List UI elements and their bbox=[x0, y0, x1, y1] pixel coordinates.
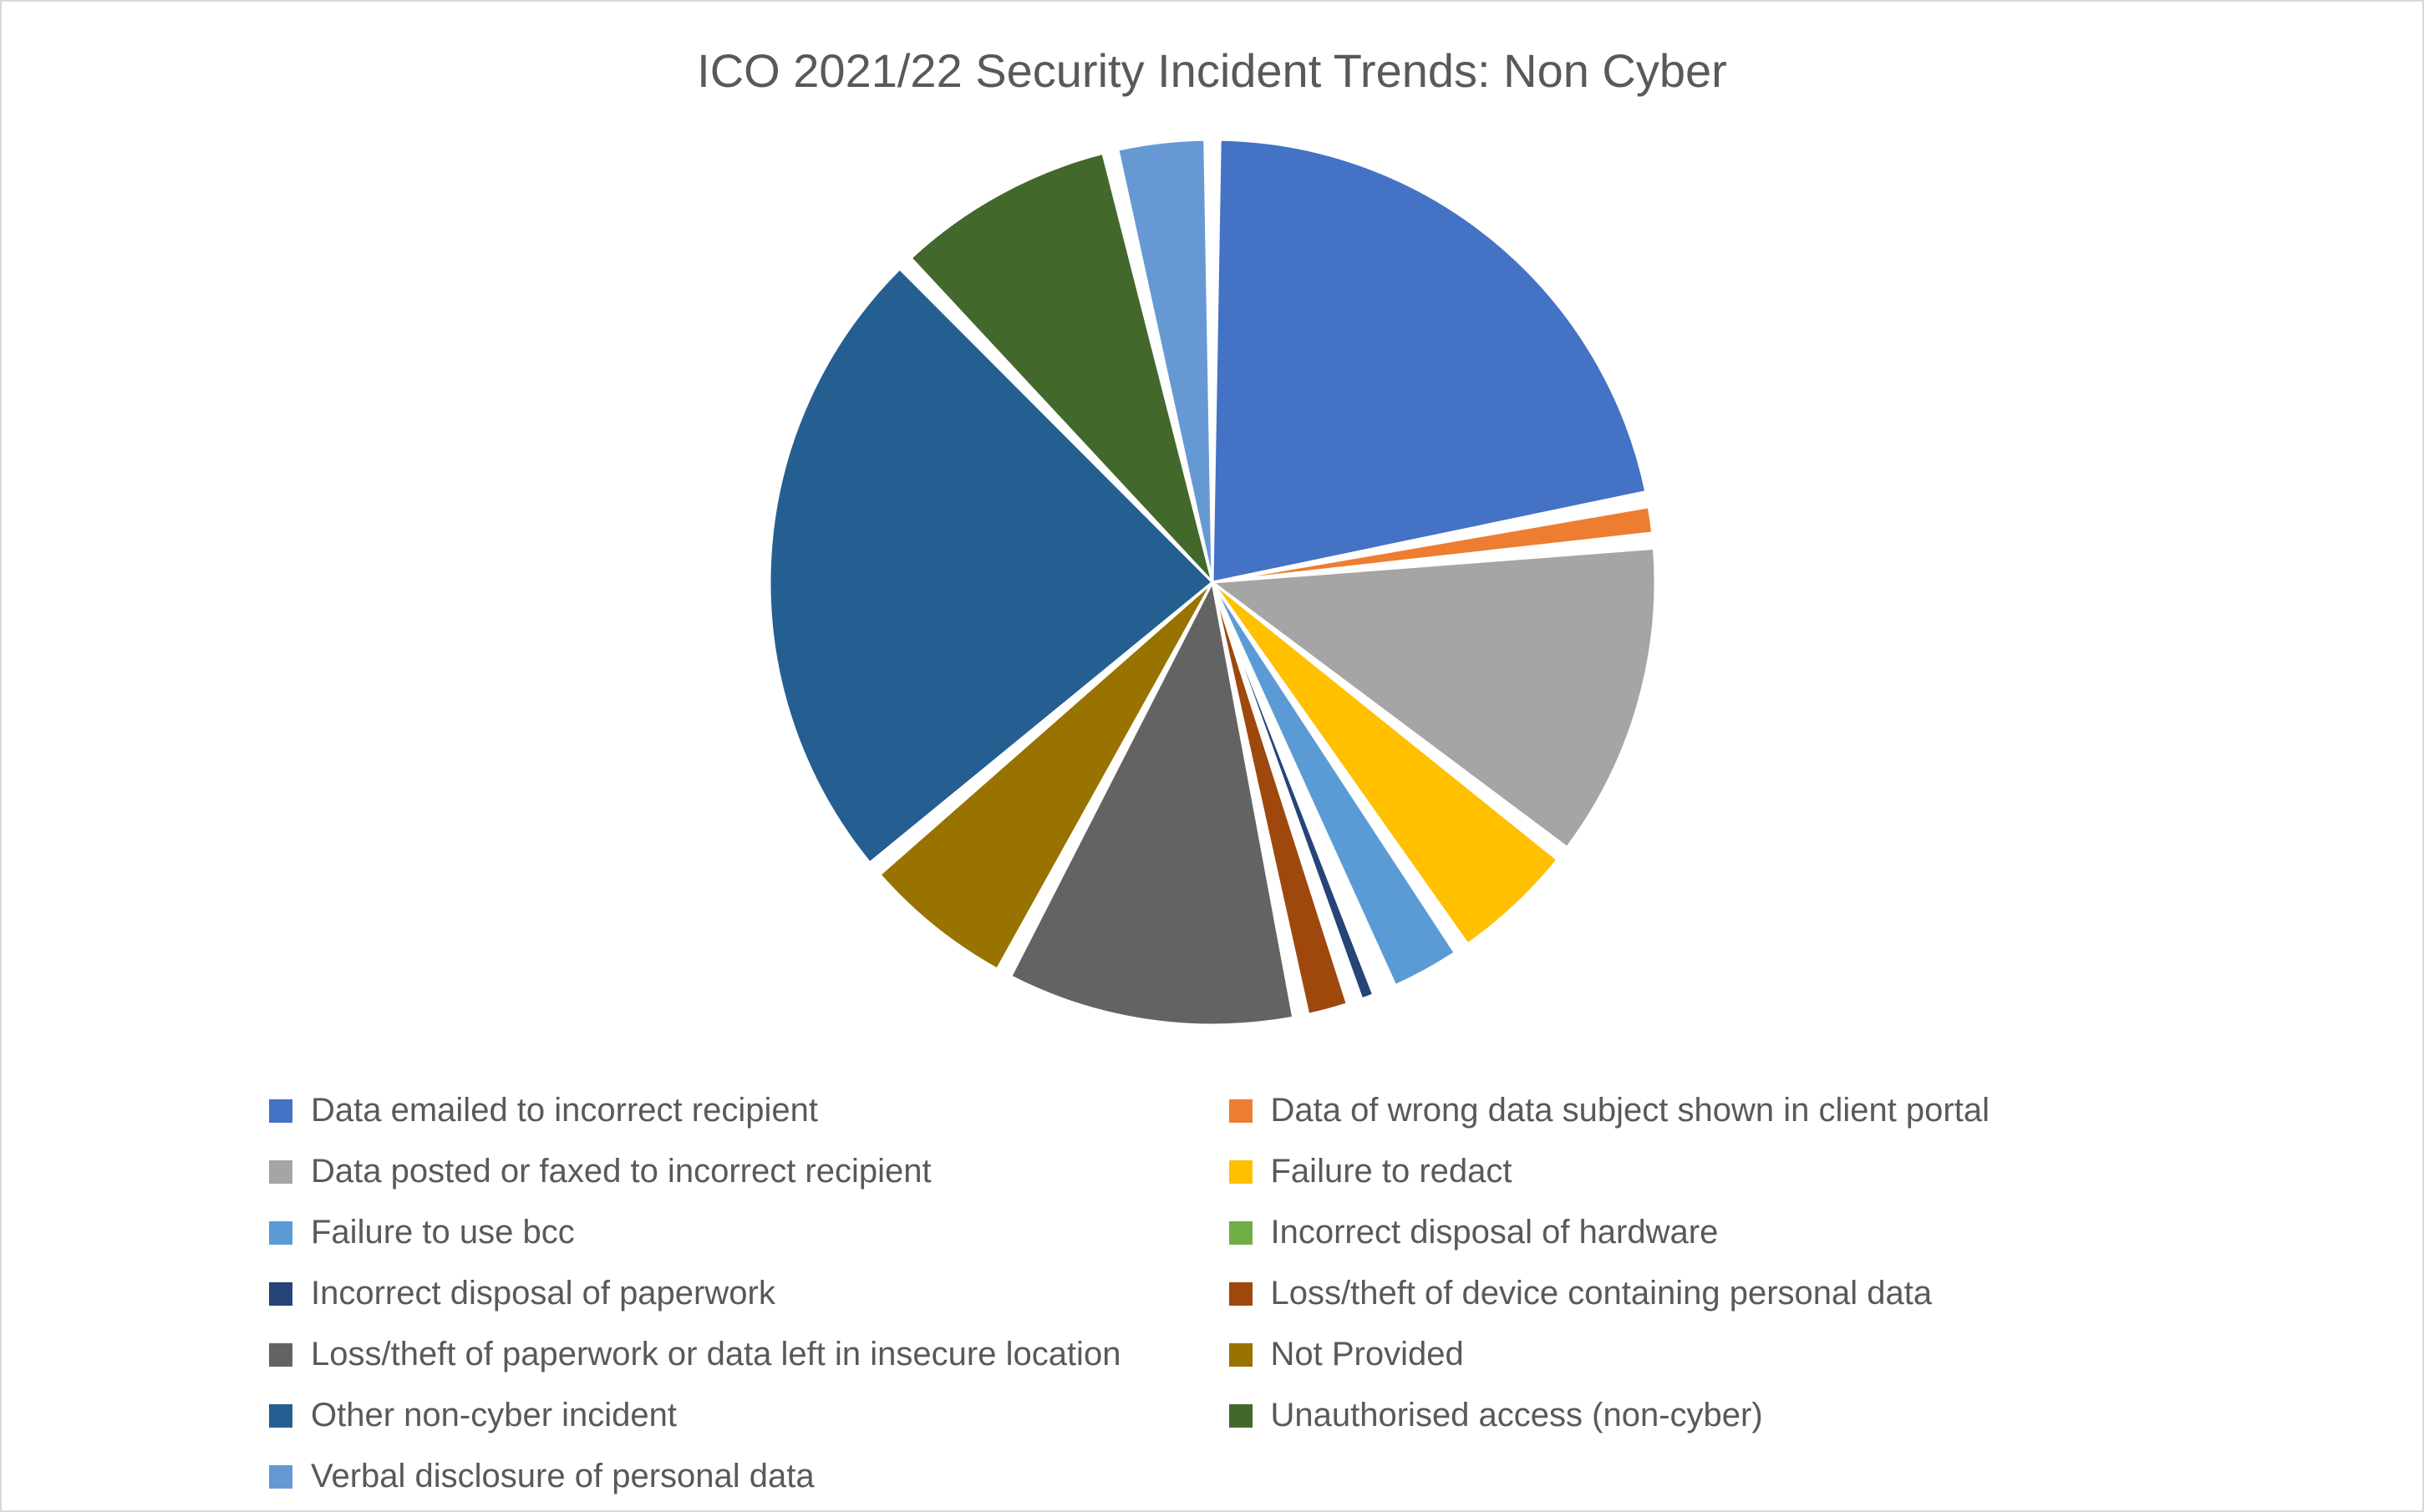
legend-item: Other non-cyber incident bbox=[269, 1397, 1196, 1434]
legend-swatch bbox=[269, 1282, 292, 1306]
pie-slice bbox=[1212, 140, 1646, 582]
legend-swatch bbox=[269, 1404, 292, 1428]
legend-item: Loss/theft of device containing personal… bbox=[1229, 1275, 2156, 1312]
legend-label: Verbal disclosure of personal data bbox=[311, 1458, 815, 1495]
legend-label: Failure to use bcc bbox=[311, 1214, 575, 1251]
legend-swatch bbox=[1229, 1160, 1253, 1184]
legend-swatch bbox=[1229, 1343, 1253, 1367]
legend-label: Unauthorised access (non-cyber) bbox=[1271, 1397, 1763, 1434]
legend-label: Not Provided bbox=[1271, 1336, 1464, 1373]
legend-item: Not Provided bbox=[1229, 1336, 2156, 1373]
legend: Data emailed to incorrect recipient Data … bbox=[269, 1092, 2155, 1495]
legend-item: Data emailed to incorrect recipient bbox=[269, 1092, 1196, 1129]
legend-label: Data of wrong data subject shown in clie… bbox=[1271, 1092, 1990, 1129]
legend-label: Data emailed to incorrect recipient bbox=[311, 1092, 818, 1129]
legend-label: Loss/theft of device containing personal… bbox=[1271, 1275, 1933, 1312]
legend-swatch bbox=[1229, 1099, 1253, 1123]
chart-frame: ICO 2021/22 Security Incident Trends: No… bbox=[0, 0, 2424, 1512]
legend-swatch bbox=[269, 1465, 292, 1489]
legend-swatch bbox=[269, 1099, 292, 1123]
legend-item: Incorrect disposal of hardware bbox=[1229, 1214, 2156, 1251]
legend-swatch bbox=[1229, 1282, 1253, 1306]
legend-item: Loss/theft of paperwork or data left in … bbox=[269, 1336, 1196, 1373]
legend-label: Failure to redact bbox=[1271, 1153, 1512, 1190]
legend-swatch bbox=[269, 1221, 292, 1245]
legend-item: Incorrect disposal of paperwork bbox=[269, 1275, 1196, 1312]
legend-swatch bbox=[1229, 1221, 1253, 1245]
legend-item: Data of wrong data subject shown in clie… bbox=[1229, 1092, 2156, 1129]
legend-label: Other non-cyber incident bbox=[311, 1397, 677, 1434]
legend-label: Data posted or faxed to incorrect recipi… bbox=[311, 1153, 932, 1190]
legend-swatch bbox=[1229, 1404, 1253, 1428]
legend-label: Incorrect disposal of hardware bbox=[1271, 1214, 1719, 1251]
chart-title: ICO 2021/22 Security Incident Trends: No… bbox=[52, 35, 2372, 98]
legend-label: Incorrect disposal of paperwork bbox=[311, 1275, 775, 1312]
legend-item: Verbal disclosure of personal data bbox=[269, 1458, 1196, 1495]
legend-item: Failure to use bcc bbox=[269, 1214, 1196, 1251]
legend-item: Data posted or faxed to incorrect recipi… bbox=[269, 1153, 1196, 1190]
pie-chart bbox=[753, 123, 1672, 1042]
pie-chart-area bbox=[52, 123, 2372, 1067]
legend-item: Unauthorised access (non-cyber) bbox=[1229, 1397, 2156, 1434]
legend-swatch bbox=[269, 1343, 292, 1367]
legend-label: Loss/theft of paperwork or data left in … bbox=[311, 1336, 1121, 1373]
legend-swatch bbox=[269, 1160, 292, 1184]
legend-item: Failure to redact bbox=[1229, 1153, 2156, 1190]
